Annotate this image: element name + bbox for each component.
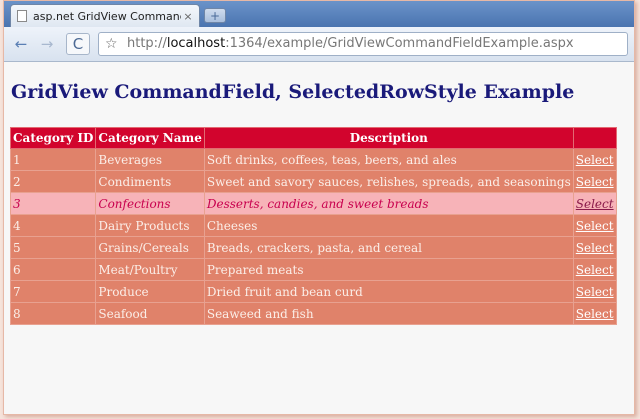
star-icon[interactable]: ☆ <box>105 33 118 55</box>
cell-category-id: 4 <box>9 214 97 237</box>
table-row: 8 Seafood Seaweed and fish Select <box>9 302 617 325</box>
url-path: :1364/example/GridViewCommandFieldExampl… <box>225 36 574 51</box>
cell-category-id: 7 <box>9 280 97 303</box>
forward-button[interactable]: → <box>36 33 58 55</box>
table-row: 5 Grains/Cereals Breads, crackers, pasta… <box>9 236 617 259</box>
url-host: localhost <box>166 36 226 51</box>
page-title: GridView CommandField, SelectedRowStyle … <box>11 81 575 103</box>
table-row-selected: 3 Confections Desserts, candies, and swe… <box>9 192 617 215</box>
select-cell: Select <box>572 258 617 281</box>
table-row: 4 Dairy Products Cheeses Select <box>9 214 617 237</box>
header-command <box>572 127 617 149</box>
cell-category-id: 2 <box>9 170 97 193</box>
select-link[interactable]: Select <box>576 219 614 233</box>
browser-window: asp.net GridView Command… × + ← → C ☆ ht… <box>3 0 635 415</box>
cell-category-name: Meat/Poultry <box>95 258 205 281</box>
select-link[interactable]: Select <box>576 241 614 255</box>
cell-category-name: Dairy Products <box>95 214 205 237</box>
back-button[interactable]: ← <box>10 33 32 55</box>
cell-category-id: 1 <box>9 148 97 171</box>
tab-strip: asp.net GridView Command… × + <box>4 1 634 27</box>
cell-category-name: Confections <box>95 192 205 215</box>
cell-category-name: Produce <box>95 280 205 303</box>
cell-description: Dried fruit and bean curd <box>203 280 574 303</box>
select-cell: Select <box>572 170 617 193</box>
browser-tab[interactable]: asp.net GridView Command… × <box>10 4 200 27</box>
browser-toolbar: ← → C ☆ http://localhost:1364/example/Gr… <box>4 27 634 62</box>
select-link[interactable]: Select <box>576 175 614 189</box>
cell-category-id: 6 <box>9 258 97 281</box>
select-cell: Select <box>572 302 617 325</box>
cell-category-name: Condiments <box>95 170 205 193</box>
select-link[interactable]: Select <box>576 153 614 167</box>
categories-grid: Category ID Category Name Description 1 … <box>9 127 617 325</box>
table-row: 2 Condiments Sweet and savory sauces, re… <box>9 170 617 193</box>
cell-category-id: 5 <box>9 236 97 259</box>
cell-description: Cheeses <box>203 214 574 237</box>
reload-button[interactable]: C <box>66 33 90 55</box>
cell-category-name: Grains/Cereals <box>95 236 205 259</box>
select-link[interactable]: Select <box>576 263 614 277</box>
select-cell: Select <box>572 214 617 237</box>
page-icon <box>17 10 27 22</box>
cell-description: Sweet and savory sauces, relishes, sprea… <box>203 170 574 193</box>
cell-description: Soft drinks, coffees, teas, beers, and a… <box>203 148 574 171</box>
grid-header-row: Category ID Category Name Description <box>9 127 617 149</box>
header-category-id: Category ID <box>9 127 97 149</box>
header-description: Description <box>203 127 574 149</box>
cell-category-id: 8 <box>9 302 97 325</box>
cell-description: Prepared meats <box>203 258 574 281</box>
url-scheme: http:// <box>127 36 167 51</box>
table-row: 7 Produce Dried fruit and bean curd Sele… <box>9 280 617 303</box>
address-bar[interactable]: ☆ http://localhost:1364/example/GridView… <box>98 32 628 56</box>
cell-description: Breads, crackers, pasta, and cereal <box>203 236 574 259</box>
select-link[interactable]: Select <box>576 307 614 321</box>
cell-description: Seaweed and fish <box>203 302 574 325</box>
header-category-name: Category Name <box>95 127 205 149</box>
url-text: http://localhost:1364/example/GridViewCo… <box>127 33 574 55</box>
select-cell: Select <box>572 148 617 171</box>
table-row: 6 Meat/Poultry Prepared meats Select <box>9 258 617 281</box>
tab-title: asp.net GridView Command… <box>33 9 181 23</box>
table-row: 1 Beverages Soft drinks, coffees, teas, … <box>9 148 617 171</box>
select-cell: Select <box>572 192 617 215</box>
new-tab-button[interactable]: + <box>204 8 226 23</box>
select-cell: Select <box>572 236 617 259</box>
select-link[interactable]: Select <box>576 285 614 299</box>
cell-description: Desserts, candies, and sweet breads <box>203 192 574 215</box>
cell-category-name: Seafood <box>95 302 205 325</box>
select-link[interactable]: Select <box>576 197 614 211</box>
cell-category-id: 3 <box>9 192 97 215</box>
close-icon[interactable]: × <box>181 10 195 23</box>
select-cell: Select <box>572 280 617 303</box>
cell-category-name: Beverages <box>95 148 205 171</box>
